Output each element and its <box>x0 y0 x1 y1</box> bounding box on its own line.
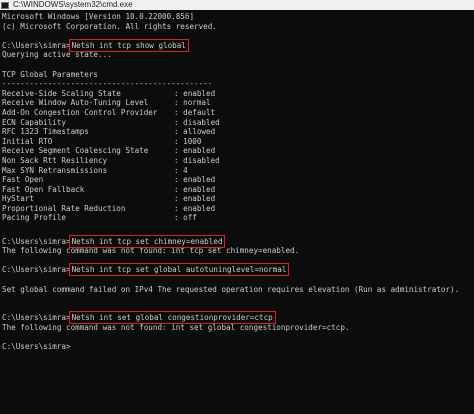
parameter-value: : 1000 <box>174 136 202 146</box>
parameter-name: Non Sack Rtt Resiliency <box>2 155 108 165</box>
tcp-parameter-row: RFC 1323 Timestamps : allowed <box>2 127 472 137</box>
parameter-name: HyStart <box>2 194 35 204</box>
banner-copyright: (c) Microsoft Corporation. All rights re… <box>2 21 217 31</box>
parameter-name: Receive Window Auto-Tuning Level <box>2 98 149 108</box>
cmd-app-icon <box>1 1 9 9</box>
tcp-parameters-list: Receive-Side Scaling State: enabled Recei… <box>2 89 472 223</box>
parameter-name: ECN Capability <box>2 117 67 127</box>
parameter-name: Add-On Congestion Control Provider <box>2 107 158 117</box>
parameter-value: : allowed <box>174 127 216 137</box>
parameter-name: Receive-Side Scaling State <box>2 88 121 98</box>
command-output-4: The following command was not found: int… <box>2 323 350 332</box>
parameter-name: Fast Open Fallback <box>2 184 85 194</box>
command-line-2: C:\Users\simra>Netsh int tcp set chimney… <box>2 234 472 248</box>
command-output-2: The following command was not found: int… <box>2 246 300 256</box>
parameter-value: : enabled <box>174 146 216 156</box>
parameter-name: Max SYN Retransmissions <box>2 165 108 175</box>
highlighted-command-1: Netsh int tcp show global <box>68 38 189 52</box>
tcp-parameter-row: Proportional Rate Reduction : enabled <box>2 204 472 214</box>
title-bar[interactable]: C:\WINDOWS\system32\cmd.exe <box>0 0 474 10</box>
highlighted-command-3: Netsh int tcp set global autotuninglevel… <box>68 263 290 277</box>
parameter-value: : default <box>174 107 216 117</box>
tcp-parameter-row: Max SYN Retransmissions : 4 <box>2 166 472 176</box>
final-prompt[interactable]: C:\Users\simra> <box>2 342 472 352</box>
prompt: C:\Users\simra> <box>2 236 71 246</box>
tcp-parameter-row: Initial RTO : 1000 <box>2 137 472 147</box>
tcp-parameter-row: Receive Segment Coalescing State : enable… <box>2 146 472 156</box>
parameter-value: : enabled <box>174 88 216 98</box>
parameter-value: : enabled <box>174 175 216 185</box>
parameter-value: : enabled <box>174 194 216 204</box>
tcp-parameter-row: Receive-Side Scaling State : enabled <box>2 89 472 99</box>
prompt: C:\Users\simra> <box>2 40 71 50</box>
console-output[interactable]: Microsoft Windows [Version 10.0.22000.85… <box>2 12 472 414</box>
tcp-parameter-row: Non Sack Rtt Resiliency : disabled <box>2 156 472 166</box>
banner-version: Microsoft Windows [Version 10.0.22000.85… <box>2 12 195 21</box>
tcp-parameter-row: Fast Open : enabled <box>2 175 472 185</box>
tcp-parameter-row: Add-On Congestion Control Provider : defa… <box>2 108 472 118</box>
tcp-parameter-row: HyStart : enabled <box>2 194 472 204</box>
parameter-name: Proportional Rate Reduction <box>2 203 126 213</box>
command-line-4: C:\Users\simra>Netsh int set global cong… <box>2 311 472 325</box>
parameter-value: : off <box>174 213 197 223</box>
parameter-value: : enabled <box>174 184 216 194</box>
highlighted-command-4: Netsh int set global congestionprovider=… <box>68 311 276 325</box>
parameter-name: Fast Open <box>2 175 44 185</box>
parameter-name: Pacing Profile <box>2 213 67 223</box>
tcp-parameter-row: Pacing Profile : off <box>2 213 472 223</box>
separator-line: ----------------------------------------… <box>2 79 213 89</box>
highlighted-command-2: Netsh int tcp set chimney=enabled <box>68 234 226 248</box>
tcp-parameter-row: Receive Window Auto-Tuning Level : normal <box>2 98 472 108</box>
window-title: C:\WINDOWS\system32\cmd.exe <box>13 0 133 9</box>
parameter-name: RFC 1323 Timestamps <box>2 127 89 137</box>
prompt: C:\Users\simra> <box>2 313 71 323</box>
parameter-value: : normal <box>174 98 211 108</box>
parameter-value: : 4 <box>174 165 188 175</box>
command-line-1: C:\Users\simra>Netsh int tcp show global <box>2 38 472 52</box>
section-title: TCP Global Parameters <box>2 69 99 79</box>
prompt: C:\Users\simra> <box>2 265 71 275</box>
querying-text: Querying active state... <box>2 50 112 60</box>
tcp-parameter-row: Fast Open Fallback : enabled <box>2 185 472 195</box>
cmd-window: C:\WINDOWS\system32\cmd.exe Microsoft Wi… <box>0 0 474 414</box>
command-output-3: Set global command failed on IPv4 The re… <box>2 284 460 294</box>
tcp-parameter-row: ECN Capability : disabled <box>2 118 472 128</box>
parameter-name: Initial RTO <box>2 136 53 146</box>
parameter-value: : disabled <box>174 117 220 127</box>
parameter-value: : enabled <box>174 203 216 213</box>
command-line-3: C:\Users\simra>Netsh int tcp set global … <box>2 263 472 277</box>
parameter-name: Receive Segment Coalescing State <box>2 146 149 156</box>
parameter-value: : disabled <box>174 155 220 165</box>
